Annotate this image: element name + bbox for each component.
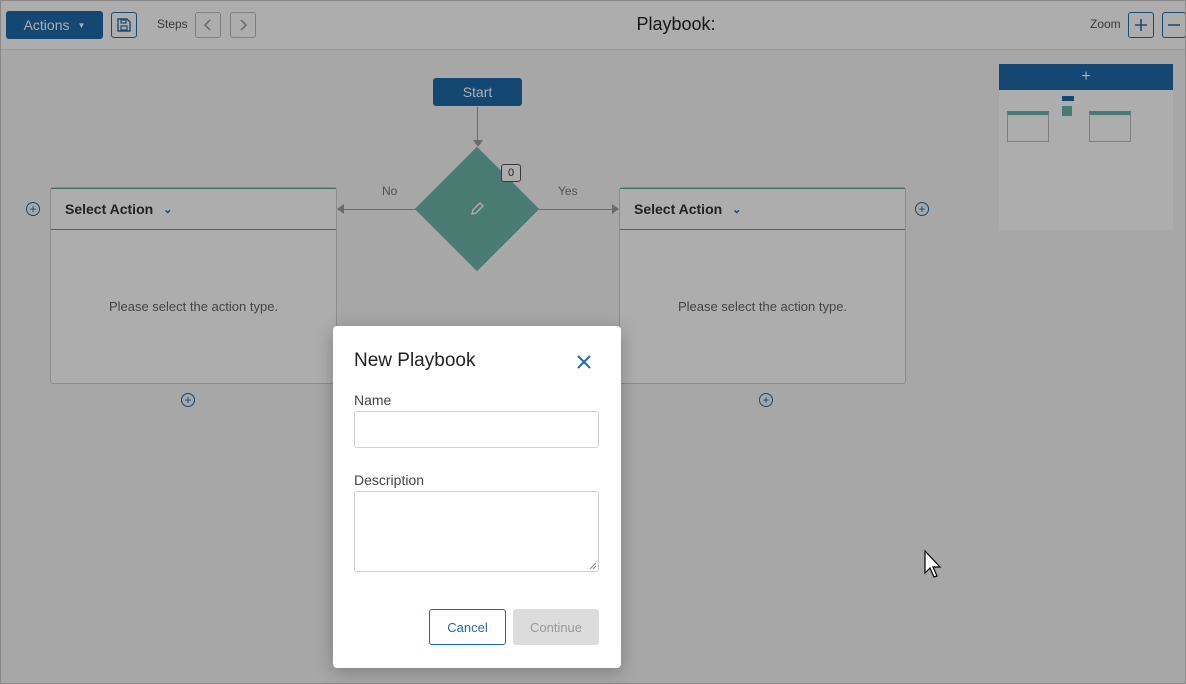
cancel-button[interactable]: Cancel [429,609,506,645]
name-label: Name [354,392,392,408]
name-input[interactable] [354,411,599,448]
description-label: Description [354,472,425,488]
dialog-title: New Playbook [354,350,476,371]
description-textarea[interactable] [354,491,599,572]
new-playbook-dialog: New Playbook Name Description Cancel Con… [333,326,621,668]
mouse-cursor-icon [924,550,942,578]
resize-handle-icon[interactable] [588,561,596,569]
close-icon[interactable] [574,352,594,372]
continue-button[interactable]: Continue [513,609,599,645]
